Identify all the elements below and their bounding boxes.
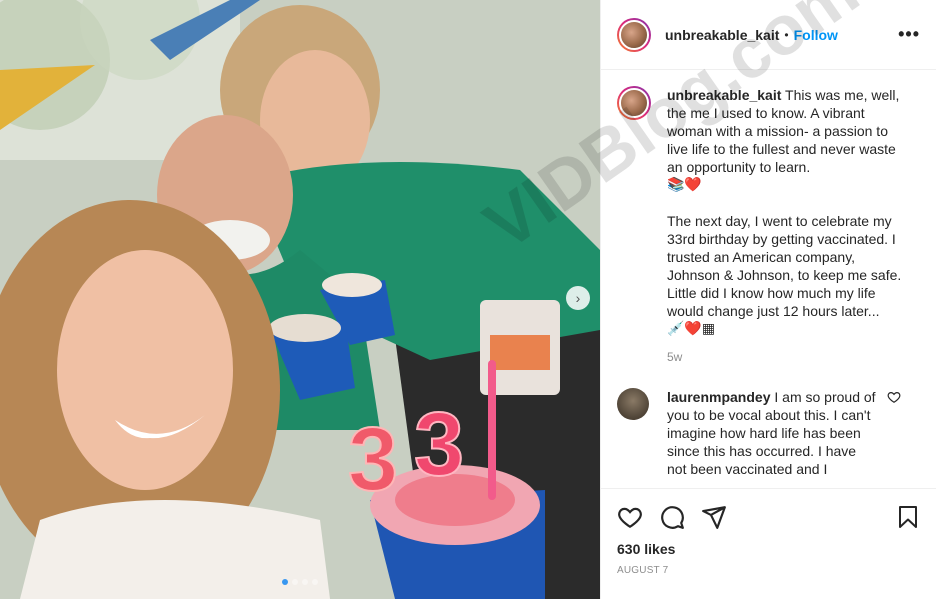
separator-dot: • [784, 27, 789, 42]
caption: unbreakable_kait This was me, well, the … [617, 86, 920, 366]
carousel-dot [302, 579, 308, 585]
caption-avatar[interactable] [617, 86, 651, 120]
comment-like-heart-icon[interactable] [887, 390, 901, 404]
carousel-dot [312, 579, 318, 585]
action-icons [617, 497, 920, 537]
caption-username[interactable]: unbreakable_kait [667, 87, 781, 103]
carousel-indicator [0, 579, 600, 585]
caption-paragraph-2: The next day, I went to celebrate my 33r… [667, 213, 902, 319]
caption-body: unbreakable_kait This was me, well, the … [667, 86, 907, 366]
author-username[interactable]: unbreakable_kait [665, 27, 779, 43]
post-date[interactable]: AUGUST 7 [617, 565, 920, 576]
likes-count[interactable]: 630 likes [617, 541, 920, 557]
author-avatar[interactable] [617, 17, 651, 52]
post-side-panel: unbreakable_kait • Follow ••• unbreakabl… [600, 0, 936, 599]
more-horizontal-icon[interactable]: ••• [898, 24, 920, 45]
caption-age[interactable]: 5w [667, 348, 907, 366]
comment-item: laurenmpandey I am so proud of you to be… [617, 388, 920, 478]
follow-button[interactable]: Follow [794, 27, 838, 43]
next-photo-button[interactable]: › [566, 286, 590, 310]
straw [488, 360, 496, 500]
actions-bar: 630 likes AUGUST 7 [601, 488, 936, 599]
carousel-dot [292, 579, 298, 585]
candle-3-left: 3 [348, 410, 398, 510]
post-header: unbreakable_kait • Follow ••• [601, 0, 936, 70]
instagram-post: 3 3 › unbreakable_kait • Follow ••• unbr… [0, 0, 936, 599]
photo-illustration: 3 3 [0, 0, 600, 599]
carousel-dot [282, 579, 288, 585]
caption-emoji-2: 💉❤️▦ [667, 321, 716, 337]
heart-icon[interactable] [617, 504, 643, 530]
share-icon[interactable] [701, 504, 727, 530]
comment-icon[interactable] [659, 504, 685, 530]
girl-face [57, 250, 233, 490]
bookmark-icon[interactable] [896, 504, 920, 530]
caption-emoji-1: 📚❤️ [667, 177, 702, 193]
commenter-avatar[interactable] [617, 388, 649, 420]
comments-section[interactable]: unbreakable_kait This was me, well, the … [601, 70, 936, 488]
post-photo[interactable]: 3 3 › [0, 0, 600, 599]
comment-body: laurenmpandey I am so proud of you to be… [667, 388, 877, 478]
candle-3-right: 3 [414, 395, 464, 495]
comment-username[interactable]: laurenmpandey [667, 389, 770, 405]
